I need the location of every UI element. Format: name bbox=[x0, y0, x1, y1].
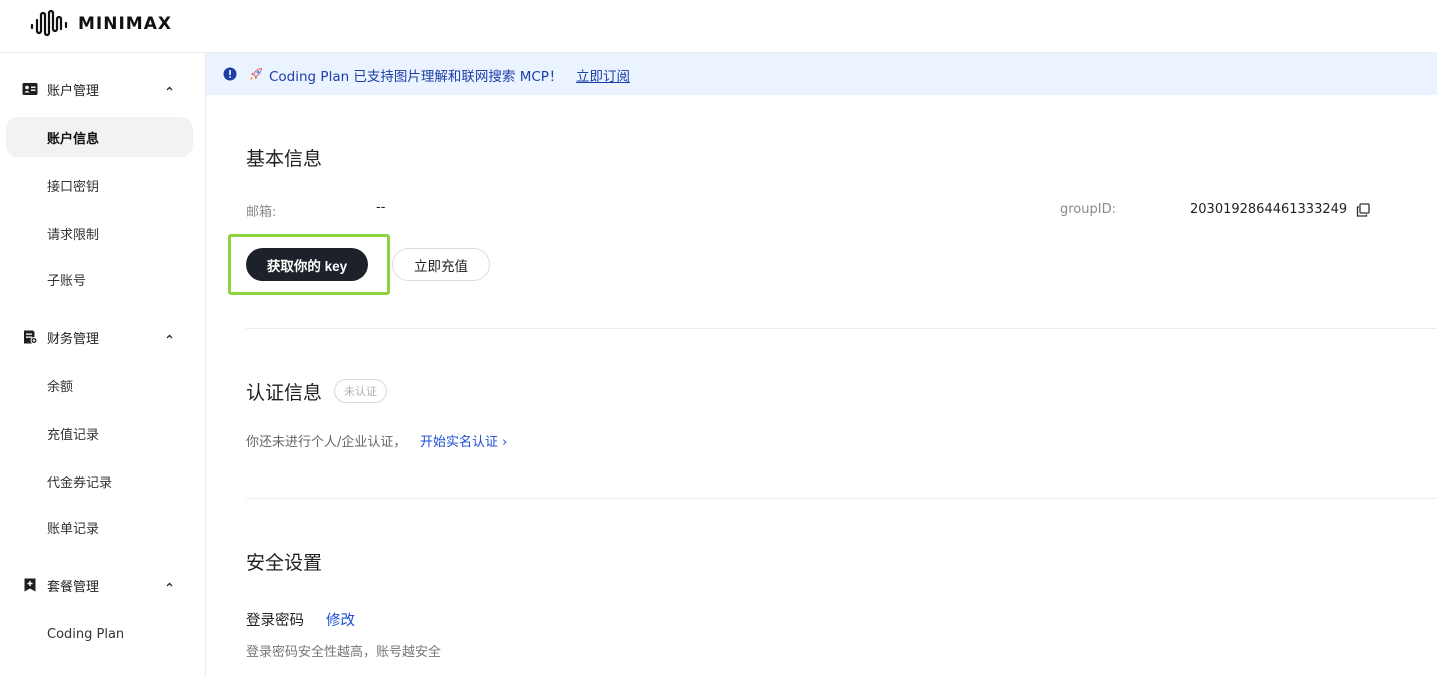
section-title-verification: 认证信息 bbox=[246, 382, 323, 404]
password-label: 登录密码 bbox=[246, 613, 304, 629]
sidebar-group-account[interactable]: 账户管理 bbox=[0, 74, 205, 104]
brand-name: MINIMAX bbox=[78, 14, 172, 34]
chevron-up-icon bbox=[166, 86, 173, 91]
id-card-icon bbox=[22, 83, 38, 95]
email-value: -- bbox=[376, 200, 386, 215]
copy-icon[interactable] bbox=[1356, 203, 1370, 217]
chevron-up-icon bbox=[166, 582, 173, 587]
notice-banner: Coding Plan 已支持图片理解和联网搜索 MCP！ 立即订阅 bbox=[206, 53, 1437, 95]
sidebar-group-label: 套餐管理 bbox=[47, 579, 100, 595]
section-title-security: 安全设置 bbox=[246, 552, 323, 574]
section-divider bbox=[246, 498, 1437, 499]
status-badge: 未认证 bbox=[334, 379, 387, 403]
sidebar-group-plans[interactable]: 套餐管理 bbox=[0, 570, 205, 600]
sidebar-item-coding-plan[interactable]: Coding Plan bbox=[6, 614, 193, 654]
sidebar-item-api-keys[interactable]: 接口密钥 bbox=[6, 165, 193, 205]
group-id-label: groupID: bbox=[1060, 202, 1116, 217]
sidebar-item-sub-accounts[interactable]: 子账号 bbox=[6, 259, 193, 299]
change-password-link[interactable]: 修改 bbox=[326, 609, 355, 630]
brand-logo[interactable]: MINIMAX bbox=[30, 9, 172, 39]
finance-doc-icon bbox=[24, 330, 38, 344]
info-alert-icon bbox=[223, 67, 237, 81]
get-key-button[interactable]: 获取你的 key bbox=[246, 248, 368, 281]
top-bar: MINIMAX bbox=[0, 0, 1437, 53]
section-divider bbox=[246, 328, 1437, 329]
sidebar-item-account-info[interactable]: 账户信息 bbox=[6, 117, 193, 157]
sidebar: 账户管理 账户信息 接口密钥 请求限制 子账号 财务管理 余额 充值记录 代金券… bbox=[0, 53, 206, 677]
sidebar-item-voucher-records[interactable]: 代金券记录 bbox=[6, 461, 193, 501]
email-label: 邮箱: bbox=[246, 205, 277, 220]
sidebar-item-billing-records[interactable]: 账单记录 bbox=[6, 507, 193, 547]
verification-text: 你还未进行个人/企业认证， bbox=[246, 435, 407, 450]
sidebar-group-label: 账户管理 bbox=[47, 83, 100, 99]
sidebar-item-balance[interactable]: 余额 bbox=[6, 365, 193, 405]
group-id-value: 2030192864461333249 bbox=[1190, 202, 1348, 217]
subscribe-link[interactable]: 立即订阅 bbox=[576, 65, 630, 85]
waveform-logo-icon bbox=[30, 9, 68, 37]
chevron-up-icon bbox=[166, 334, 173, 339]
plan-bookmark-icon bbox=[24, 578, 36, 592]
password-hint: 登录密码安全性越高，账号越安全 bbox=[246, 645, 442, 660]
main-content: Coding Plan 已支持图片理解和联网搜索 MCP！ 立即订阅 基本信息 … bbox=[206, 53, 1437, 677]
sidebar-group-finance[interactable]: 财务管理 bbox=[0, 322, 205, 352]
sidebar-item-rate-limits[interactable]: 请求限制 bbox=[6, 213, 193, 253]
section-title-basic-info: 基本信息 bbox=[246, 148, 323, 170]
sidebar-group-label: 财务管理 bbox=[47, 331, 100, 347]
start-verification-link[interactable]: 开始实名认证 › bbox=[420, 431, 507, 450]
recharge-button[interactable]: 立即充值 bbox=[392, 248, 490, 281]
notice-text: Coding Plan 已支持图片理解和联网搜索 MCP！ bbox=[269, 69, 563, 85]
rocket-icon bbox=[249, 68, 262, 81]
sidebar-item-recharge-records[interactable]: 充值记录 bbox=[6, 413, 193, 453]
